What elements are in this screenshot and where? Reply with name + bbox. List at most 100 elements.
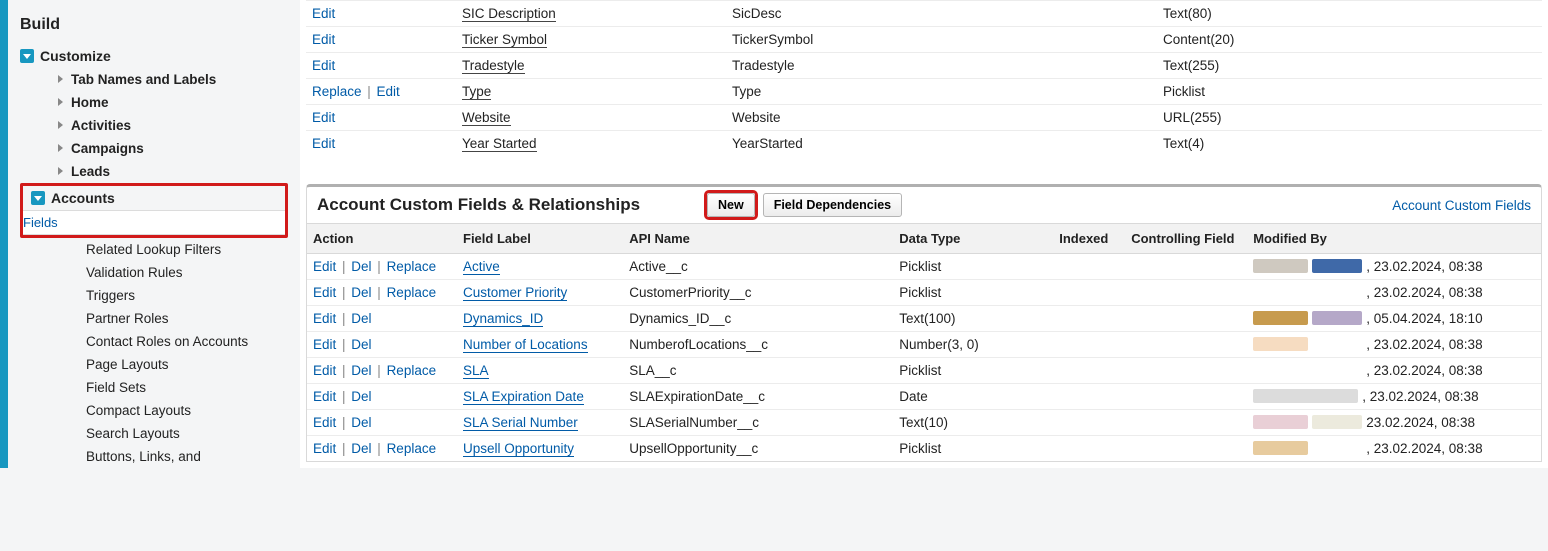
controlling-cell [1125, 410, 1247, 436]
del-link[interactable]: Del [351, 415, 371, 430]
main-content: EditSIC DescriptionSicDescText(80)EditTi… [300, 0, 1548, 468]
sidebar-item-triggers[interactable]: Triggers [8, 284, 288, 307]
field-label-link[interactable]: Active [463, 259, 500, 275]
field-label-link[interactable]: SLA Serial Number [463, 415, 578, 431]
accounts-highlight-box: Accounts Fields [20, 183, 288, 238]
del-link[interactable]: Del [351, 337, 371, 352]
field-label-link[interactable]: Type [462, 84, 491, 100]
sidebar-item-campaigns[interactable]: Campaigns [8, 137, 288, 160]
redacted-name [1253, 441, 1308, 455]
help-link[interactable]: Account Custom Fields [1392, 198, 1531, 213]
sidebar-item-customize[interactable]: Customize [8, 44, 288, 68]
api-name: SicDesc [726, 1, 1157, 27]
data-type: Picklist [893, 254, 1053, 280]
panel-title: Account Custom Fields & Relationships [317, 195, 707, 215]
replace-link[interactable]: Replace [387, 285, 437, 300]
del-link[interactable]: Del [351, 441, 371, 456]
data-type: Number(3, 0) [893, 332, 1053, 358]
col-indexed: Indexed [1053, 224, 1125, 254]
custom-fields-table: Action Field Label API Name Data Type In… [307, 223, 1541, 461]
api-name: SLAExpirationDate__c [623, 384, 893, 410]
redacted-name [1312, 285, 1362, 299]
api-name: YearStarted [726, 131, 1157, 157]
sidebar-item-partner-roles[interactable]: Partner Roles [8, 307, 288, 330]
field-label-link[interactable]: SIC Description [462, 6, 556, 22]
edit-link[interactable]: Edit [313, 441, 336, 456]
table-row: EditSIC DescriptionSicDescText(80) [306, 1, 1542, 27]
edit-link[interactable]: Edit [312, 32, 335, 47]
field-label-link[interactable]: Dynamics_ID [463, 311, 543, 327]
del-link[interactable]: Del [351, 311, 371, 326]
chevron-right-icon [58, 98, 63, 106]
del-link[interactable]: Del [351, 259, 371, 274]
controlling-cell [1125, 332, 1247, 358]
chevron-right-icon [58, 75, 63, 83]
sidebar-item-leads[interactable]: Leads [8, 160, 288, 183]
sidebar-item-contact-roles-on-accounts[interactable]: Contact Roles on Accounts [8, 330, 288, 353]
edit-link[interactable]: Edit [313, 311, 336, 326]
controlling-cell [1125, 280, 1247, 306]
field-label-link[interactable]: Ticker Symbol [462, 32, 547, 48]
edit-link[interactable]: Edit [312, 136, 335, 151]
edit-link[interactable]: Edit [313, 415, 336, 430]
del-link[interactable]: Del [351, 285, 371, 300]
data-type: URL(255) [1157, 105, 1542, 131]
table-row: Edit | DelNumber of LocationsNumberofLoc… [307, 332, 1541, 358]
edit-link[interactable]: Edit [377, 84, 400, 99]
indexed-cell [1053, 384, 1125, 410]
field-label-link[interactable]: SLA [463, 363, 489, 379]
field-label-link[interactable]: Number of Locations [463, 337, 588, 353]
field-label-link[interactable]: Upsell Opportunity [463, 441, 574, 457]
sidebar-item-accounts[interactable]: Accounts [23, 186, 285, 210]
replace-link[interactable]: Replace [387, 363, 437, 378]
controlling-cell [1125, 436, 1247, 462]
replace-link[interactable]: Replace [387, 259, 437, 274]
api-name: SLA__c [623, 358, 893, 384]
sidebar-item-buttons-links-and[interactable]: Buttons, Links, and [8, 445, 288, 468]
sidebar-item-fields[interactable]: Fields [23, 210, 285, 235]
sidebar-item-validation-rules[interactable]: Validation Rules [8, 261, 288, 284]
table-row: EditTicker SymbolTickerSymbolContent(20) [306, 27, 1542, 53]
indexed-cell [1053, 410, 1125, 436]
controlling-cell [1125, 384, 1247, 410]
edit-link[interactable]: Edit [313, 389, 336, 404]
replace-link[interactable]: Replace [312, 84, 362, 99]
data-type: Content(20) [1157, 27, 1542, 53]
sidebar-item-tab-names-and-labels[interactable]: Tab Names and Labels [8, 68, 288, 91]
field-dependencies-button[interactable]: Field Dependencies [763, 193, 902, 217]
edit-link[interactable]: Edit [313, 363, 336, 378]
sidebar-item-related-lookup-filters[interactable]: Related Lookup Filters [8, 238, 288, 261]
sidebar-item-activities[interactable]: Activities [8, 114, 288, 137]
redacted-name [1312, 415, 1362, 429]
replace-link[interactable]: Replace [387, 441, 437, 456]
edit-link[interactable]: Edit [312, 58, 335, 73]
field-label-link[interactable]: SLA Expiration Date [463, 389, 584, 405]
data-type: Text(100) [893, 306, 1053, 332]
table-row: EditWebsiteWebsiteURL(255) [306, 105, 1542, 131]
del-link[interactable]: Del [351, 389, 371, 404]
indexed-cell [1053, 358, 1125, 384]
sidebar-item-home[interactable]: Home [8, 91, 288, 114]
edit-link[interactable]: Edit [312, 110, 335, 125]
api-name: UpsellOpportunity__c [623, 436, 893, 462]
controlling-cell [1125, 358, 1247, 384]
sidebar-item-field-sets[interactable]: Field Sets [8, 376, 288, 399]
field-label-link[interactable]: Tradestyle [462, 58, 525, 74]
edit-link[interactable]: Edit [313, 337, 336, 352]
redacted-name [1253, 285, 1308, 299]
new-button[interactable]: New [707, 193, 755, 217]
field-label-link[interactable]: Customer Priority [463, 285, 567, 301]
modified-by: , 05.04.2024, 18:10 [1247, 306, 1541, 332]
api-name: CustomerPriority__c [623, 280, 893, 306]
sidebar-item-search-layouts[interactable]: Search Layouts [8, 422, 288, 445]
chevron-right-icon [58, 144, 63, 152]
field-label-link[interactable]: Website [462, 110, 511, 126]
edit-link[interactable]: Edit [313, 259, 336, 274]
field-label-link[interactable]: Year Started [462, 136, 537, 152]
sidebar-item-compact-layouts[interactable]: Compact Layouts [8, 399, 288, 422]
sidebar-item-page-layouts[interactable]: Page Layouts [8, 353, 288, 376]
indexed-cell [1053, 254, 1125, 280]
edit-link[interactable]: Edit [313, 285, 336, 300]
del-link[interactable]: Del [351, 363, 371, 378]
edit-link[interactable]: Edit [312, 6, 335, 21]
